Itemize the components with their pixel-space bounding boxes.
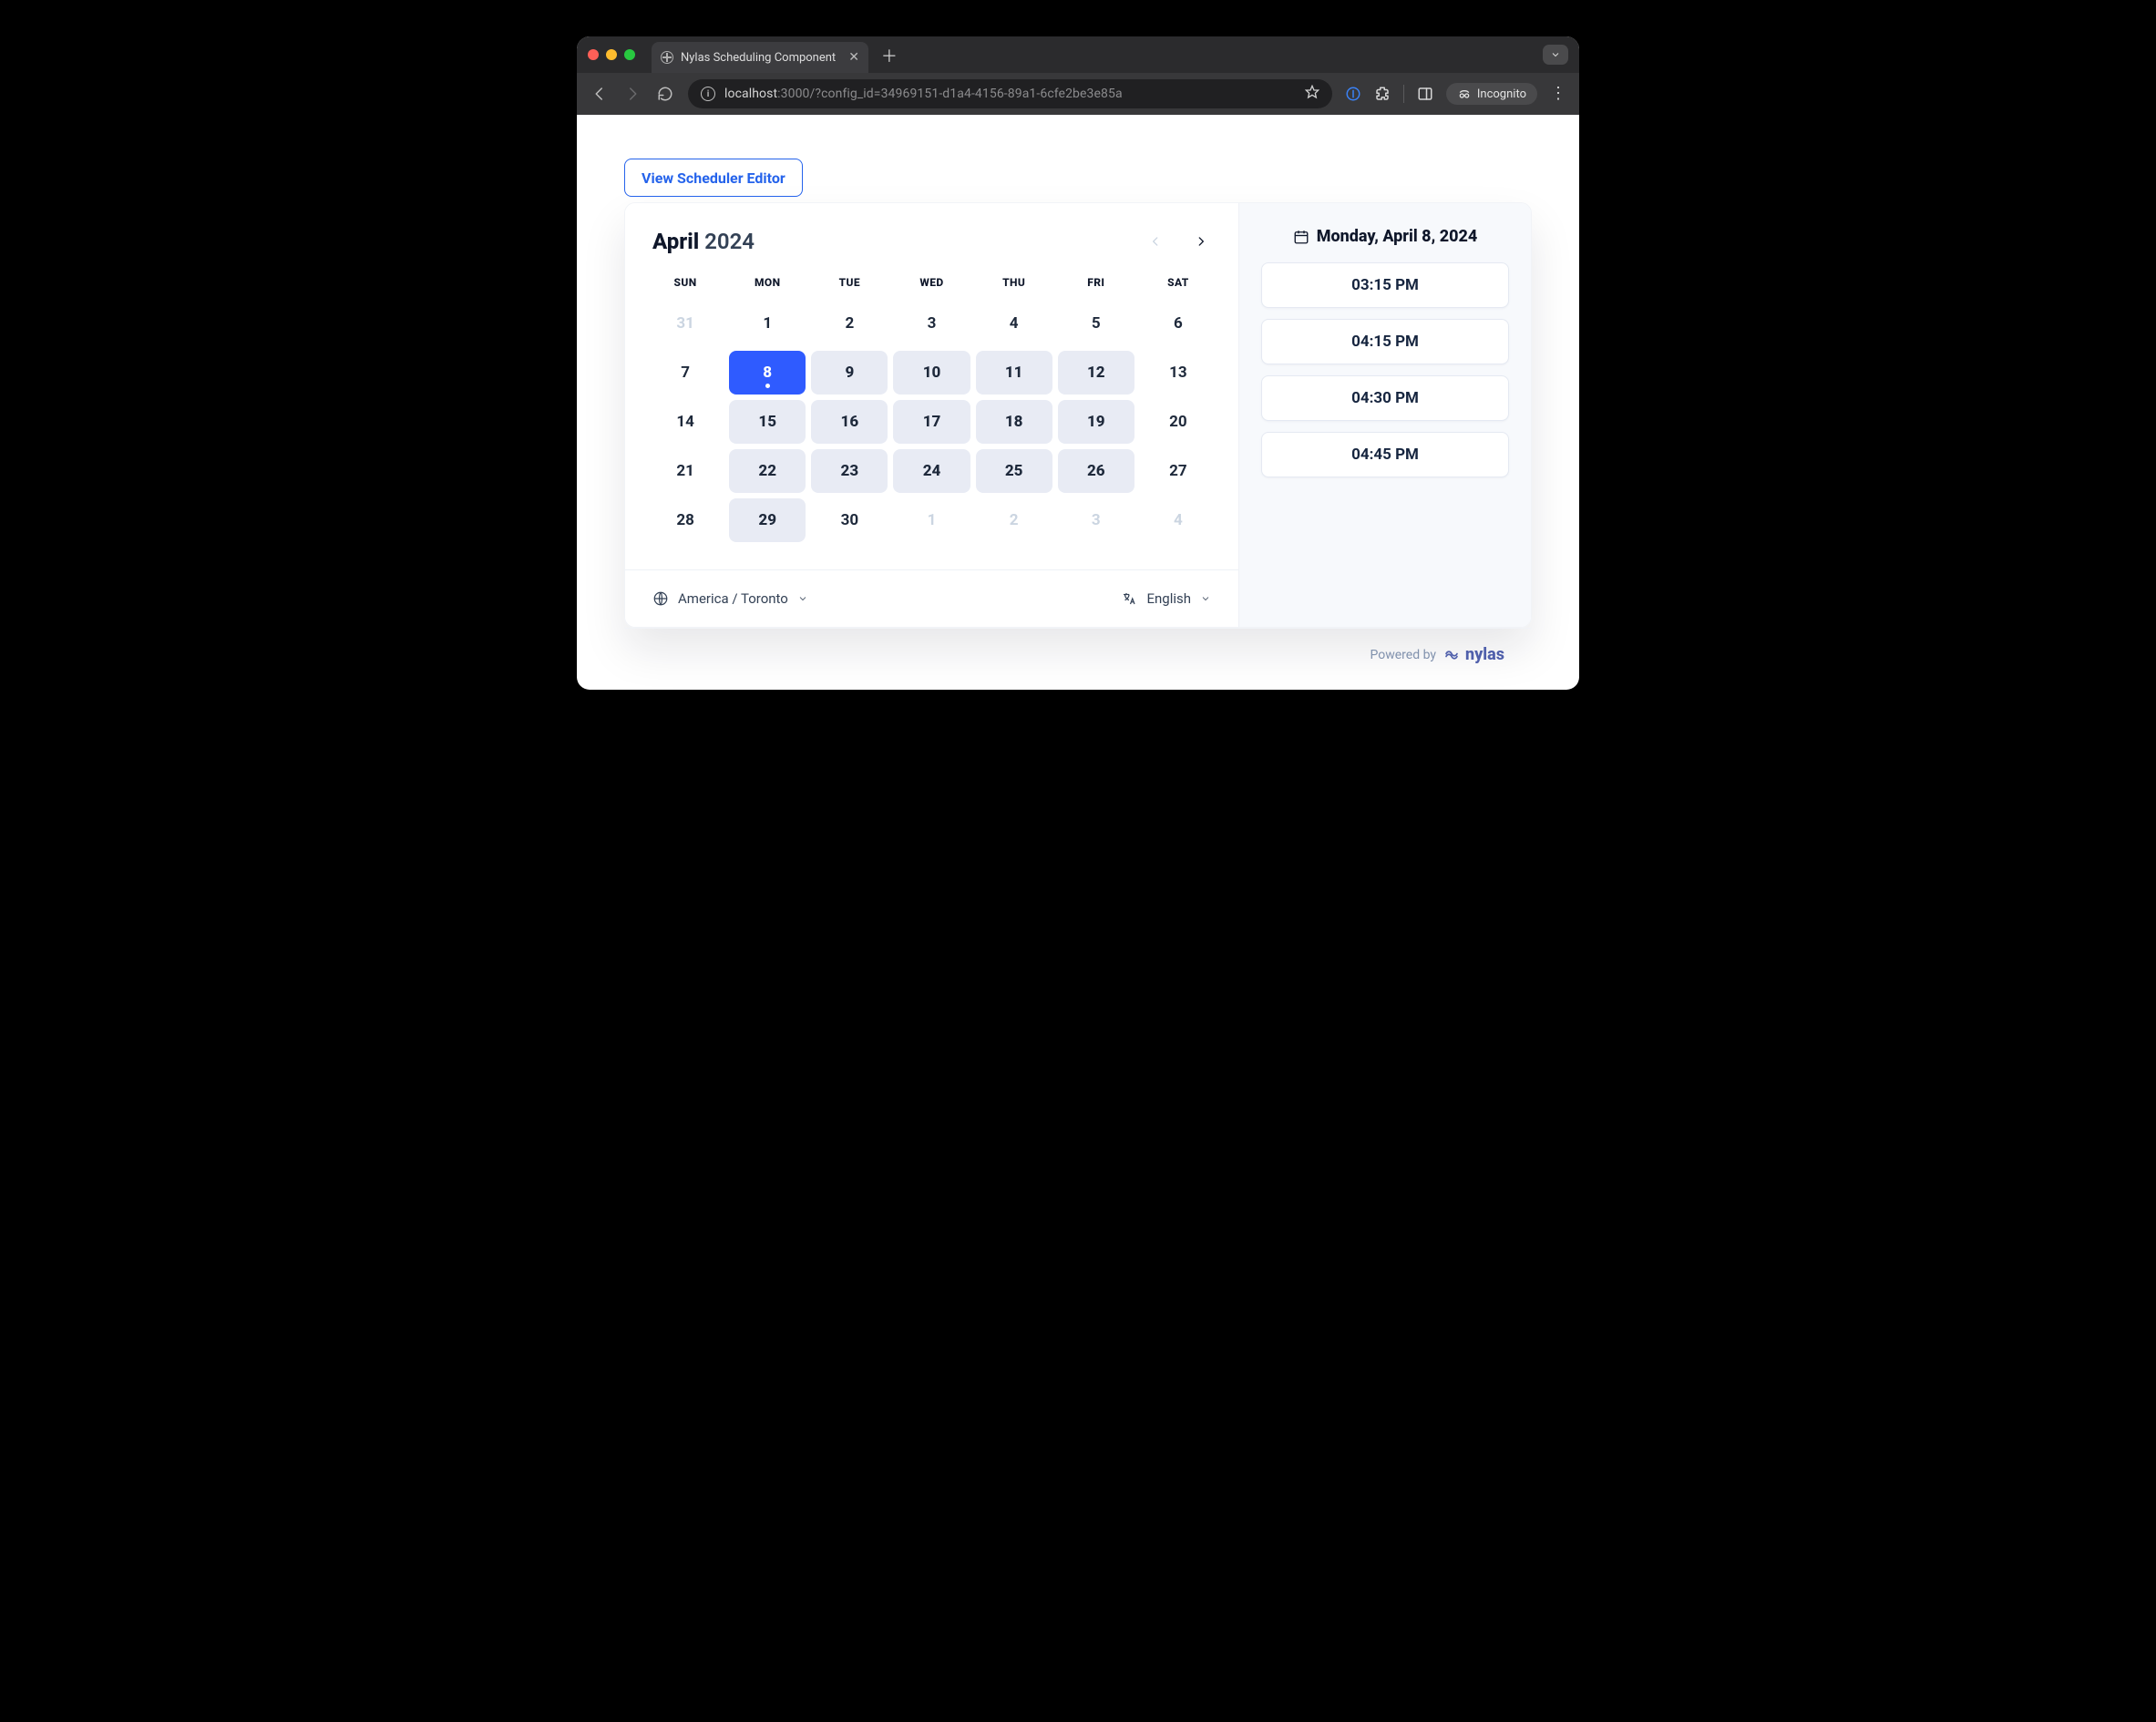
calendar-icon [1293,229,1309,245]
weekday-label: SAT [1140,271,1217,298]
close-window-button[interactable] [588,49,599,60]
incognito-indicator[interactable]: Incognito [1446,83,1537,105]
page-content: View Scheduler Editor April 2024 SUNMONT… [577,115,1579,690]
extensions-button[interactable] [1374,86,1391,102]
browser-tab[interactable]: Nylas Scheduling Component ✕ [652,42,868,73]
window-controls [588,49,635,60]
nylas-logo[interactable]: nylas [1443,645,1504,664]
sidepanel-button[interactable] [1417,86,1433,102]
tab-close-button[interactable]: ✕ [848,50,859,65]
language-icon [1121,590,1137,607]
calendar-day: 3 [1058,498,1134,542]
calendar-day[interactable]: 8 [729,351,806,395]
globe-icon [652,590,669,607]
calendar-day[interactable]: 23 [811,449,888,493]
calendar-day: 5 [1058,302,1134,345]
tab-title: Nylas Scheduling Component [681,51,836,65]
calendar-day: 30 [811,498,888,542]
address-bar[interactable]: i localhost:3000/?config_id=34969151-d1a… [688,79,1332,108]
bookmark-button[interactable] [1305,85,1319,103]
calendar-day: 4 [1140,498,1217,542]
minimize-window-button[interactable] [606,49,617,60]
calendar-day[interactable]: 12 [1058,351,1134,395]
onepassword-icon[interactable] [1345,86,1361,102]
language-select[interactable]: English [1121,590,1211,607]
calendar-day[interactable]: 11 [976,351,1052,395]
globe-icon [661,51,673,64]
time-slot[interactable]: 04:15 PM [1261,319,1509,364]
calendar-day: 31 [647,302,724,345]
calendar-day[interactable]: 9 [811,351,888,395]
weekday-label: SUN [647,271,724,298]
calendar-day: 3 [893,302,970,345]
calendar-day[interactable]: 18 [976,400,1052,444]
calendar-title: April 2024 [652,229,755,254]
chevron-down-icon [797,593,808,604]
calendar-day: 2 [811,302,888,345]
weekday-label: MON [729,271,806,298]
days-grid: 3112345678910111213141516171819202122232… [647,302,1217,542]
url-bar: i localhost:3000/?config_id=34969151-d1a… [577,73,1579,115]
browser-menu-button[interactable]: ⋮ [1550,86,1566,102]
calendar: April 2024 SUNMONTUEWEDTHUFRISAT 3112345… [625,203,1239,627]
calendar-day: 1 [893,498,970,542]
weekday-label: FRI [1058,271,1134,298]
view-scheduler-editor-button[interactable]: View Scheduler Editor [624,159,803,197]
site-info-icon[interactable]: i [701,87,715,101]
nylas-icon [1443,647,1460,663]
prev-month-button[interactable] [1145,231,1165,251]
calendar-day: 6 [1140,302,1217,345]
weekday-header: SUNMONTUEWEDTHUFRISAT [647,271,1217,298]
calendar-day[interactable]: 10 [893,351,970,395]
calendar-day[interactable]: 29 [729,498,806,542]
chevron-down-icon [1200,593,1211,604]
weekday-label: THU [976,271,1052,298]
calendar-day: 28 [647,498,724,542]
calendar-day[interactable]: 24 [893,449,970,493]
calendar-day: 13 [1140,351,1217,395]
tabs-menu-button[interactable] [1543,45,1568,65]
browser-window: Nylas Scheduling Component ✕ ＋ i localho… [577,36,1579,690]
calendar-day: 27 [1140,449,1217,493]
calendar-day[interactable]: 25 [976,449,1052,493]
calendar-footer: America / Toronto English [625,569,1238,627]
nav-forward-button[interactable] [622,84,642,104]
toolbar-divider [1403,85,1404,103]
calendar-day[interactable]: 26 [1058,449,1134,493]
next-month-button[interactable] [1191,231,1211,251]
scheduler-panel: April 2024 SUNMONTUEWEDTHUFRISAT 3112345… [624,202,1532,628]
powered-by-footer: Powered by nylas [624,628,1532,690]
calendar-day[interactable]: 19 [1058,400,1134,444]
incognito-label: Incognito [1477,87,1526,101]
titlebar: Nylas Scheduling Component ✕ ＋ [577,36,1579,73]
time-slot[interactable]: 03:15 PM [1261,262,1509,308]
timezone-select[interactable]: America / Toronto [652,590,808,607]
time-slot[interactable]: 04:30 PM [1261,375,1509,421]
nav-reload-button[interactable] [655,84,675,104]
calendar-day[interactable]: 17 [893,400,970,444]
maximize-window-button[interactable] [624,49,635,60]
calendar-day: 4 [976,302,1052,345]
calendar-day: 7 [647,351,724,395]
calendar-day[interactable]: 22 [729,449,806,493]
calendar-day: 1 [729,302,806,345]
calendar-day: 21 [647,449,724,493]
new-tab-button[interactable]: ＋ [881,44,898,67]
calendar-day[interactable]: 15 [729,400,806,444]
weekday-label: WED [893,271,970,298]
calendar-day: 14 [647,400,724,444]
calendar-day: 2 [976,498,1052,542]
nav-back-button[interactable] [590,84,610,104]
weekday-label: TUE [811,271,888,298]
url-text: localhost:3000/?config_id=34969151-d1a4-… [724,87,1123,101]
selected-date-header: Monday, April 8, 2024 [1261,227,1509,246]
calendar-day[interactable]: 16 [811,400,888,444]
calendar-day: 20 [1140,400,1217,444]
time-slots-panel: Monday, April 8, 2024 03:15 PM 04:15 PM 04… [1239,203,1531,627]
time-slot[interactable]: 04:45 PM [1261,432,1509,477]
